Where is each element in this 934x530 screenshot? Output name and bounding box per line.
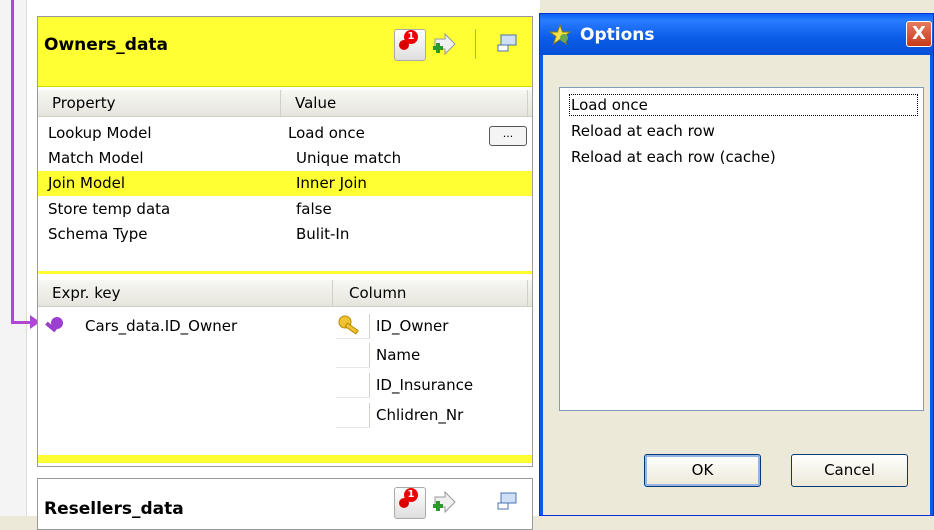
key-cell: [336, 343, 370, 368]
property-value[interactable]: false: [296, 197, 332, 222]
close-button[interactable]: X: [906, 21, 932, 47]
property-row-store-temp-data[interactable]: Store temp data false: [38, 197, 532, 222]
panel-title: Resellers_data: [44, 499, 184, 519]
key-cell: [336, 403, 370, 428]
value-column-header[interactable]: Value: [281, 90, 528, 116]
join-link-line: [11, 0, 14, 324]
column-column-header[interactable]: Column: [333, 280, 528, 306]
lookup-options-button[interactable]: ...: [489, 126, 527, 146]
column-name[interactable]: Name: [376, 343, 420, 368]
option-load-once[interactable]: Load once: [569, 94, 918, 116]
alert-badge: 1: [404, 30, 418, 44]
property-label: Schema Type: [48, 225, 148, 243]
lookup-settings-button[interactable]: 1: [394, 487, 426, 519]
property-value[interactable]: Unique match: [296, 146, 401, 171]
panel-title: Owners_data: [44, 35, 169, 55]
column-row[interactable]: Chlidren_Nr: [38, 403, 532, 428]
property-value[interactable]: Bulit-In: [296, 222, 349, 247]
resellers-data-panel: Resellers_data 1: [37, 478, 533, 530]
column-name[interactable]: Chlidren_Nr: [376, 403, 463, 428]
key-cell: [336, 314, 370, 339]
property-row-schema-type[interactable]: Schema Type Bulit-In: [38, 222, 532, 247]
add-join-icon[interactable]: [431, 31, 457, 57]
expr-key-icon: [42, 316, 64, 338]
column-row[interactable]: Name: [38, 343, 532, 368]
options-list[interactable]: Load once Reload at each row Reload at e…: [559, 87, 924, 411]
alert-badge: 1: [404, 488, 418, 502]
property-label: Match Model: [48, 149, 144, 167]
options-star-icon: [548, 23, 572, 47]
column-row[interactable]: ID_Insurance: [38, 373, 532, 398]
section-divider: [38, 455, 532, 463]
key-cell: [336, 373, 370, 398]
property-label: Store temp data: [48, 200, 171, 218]
key-icon: [338, 315, 359, 335]
add-join-icon[interactable]: [431, 489, 457, 515]
toolbar-divider: [475, 29, 476, 59]
property-label: Lookup Model: [48, 124, 152, 142]
expr-key-value[interactable]: Cars_data.ID_Owner: [85, 314, 237, 339]
dialog-title-bar[interactable]: Options X: [540, 14, 933, 55]
property-value[interactable]: Load once: [288, 121, 365, 146]
dialog-frame: [540, 55, 543, 515]
panel-header: Owners_data 1: [38, 17, 532, 87]
ok-button[interactable]: OK: [644, 454, 761, 487]
property-row-join-model[interactable]: Join Model Inner Join: [38, 171, 532, 196]
minimize-panel-icon[interactable]: [496, 31, 520, 55]
property-value[interactable]: Inner Join: [296, 171, 367, 196]
owners-data-panel: Owners_data 1 Property Value Lookup Mode…: [37, 16, 533, 467]
option-reload-each-row-cache[interactable]: Reload at each row (cache): [571, 147, 776, 167]
cancel-button[interactable]: Cancel: [791, 454, 908, 487]
minimize-panel-icon[interactable]: [496, 489, 520, 513]
property-row-match-model[interactable]: Match Model Unique match: [38, 146, 532, 171]
option-reload-each-row[interactable]: Reload at each row: [571, 121, 715, 141]
expr-key-column-header[interactable]: Expr. key: [38, 280, 333, 306]
property-label: Join Model: [48, 174, 126, 192]
dialog-frame: [930, 55, 933, 515]
column-name[interactable]: ID_Insurance: [376, 373, 473, 398]
options-dialog: Options X Load once Reload at each row R…: [539, 13, 934, 516]
property-grid-header: Property Value: [38, 90, 532, 117]
key-grid-header: Expr. key Column: [38, 280, 532, 307]
lookup-settings-button[interactable]: 1: [394, 29, 426, 61]
property-column-header[interactable]: Property: [38, 90, 281, 116]
property-row-lookup-model[interactable]: Lookup Model Load once ...: [38, 121, 532, 146]
section-divider: [38, 271, 532, 274]
dialog-title: Options: [580, 25, 655, 45]
column-name[interactable]: ID_Owner: [376, 314, 448, 339]
key-row[interactable]: Cars_data.ID_Owner ID_Owner: [38, 314, 532, 339]
